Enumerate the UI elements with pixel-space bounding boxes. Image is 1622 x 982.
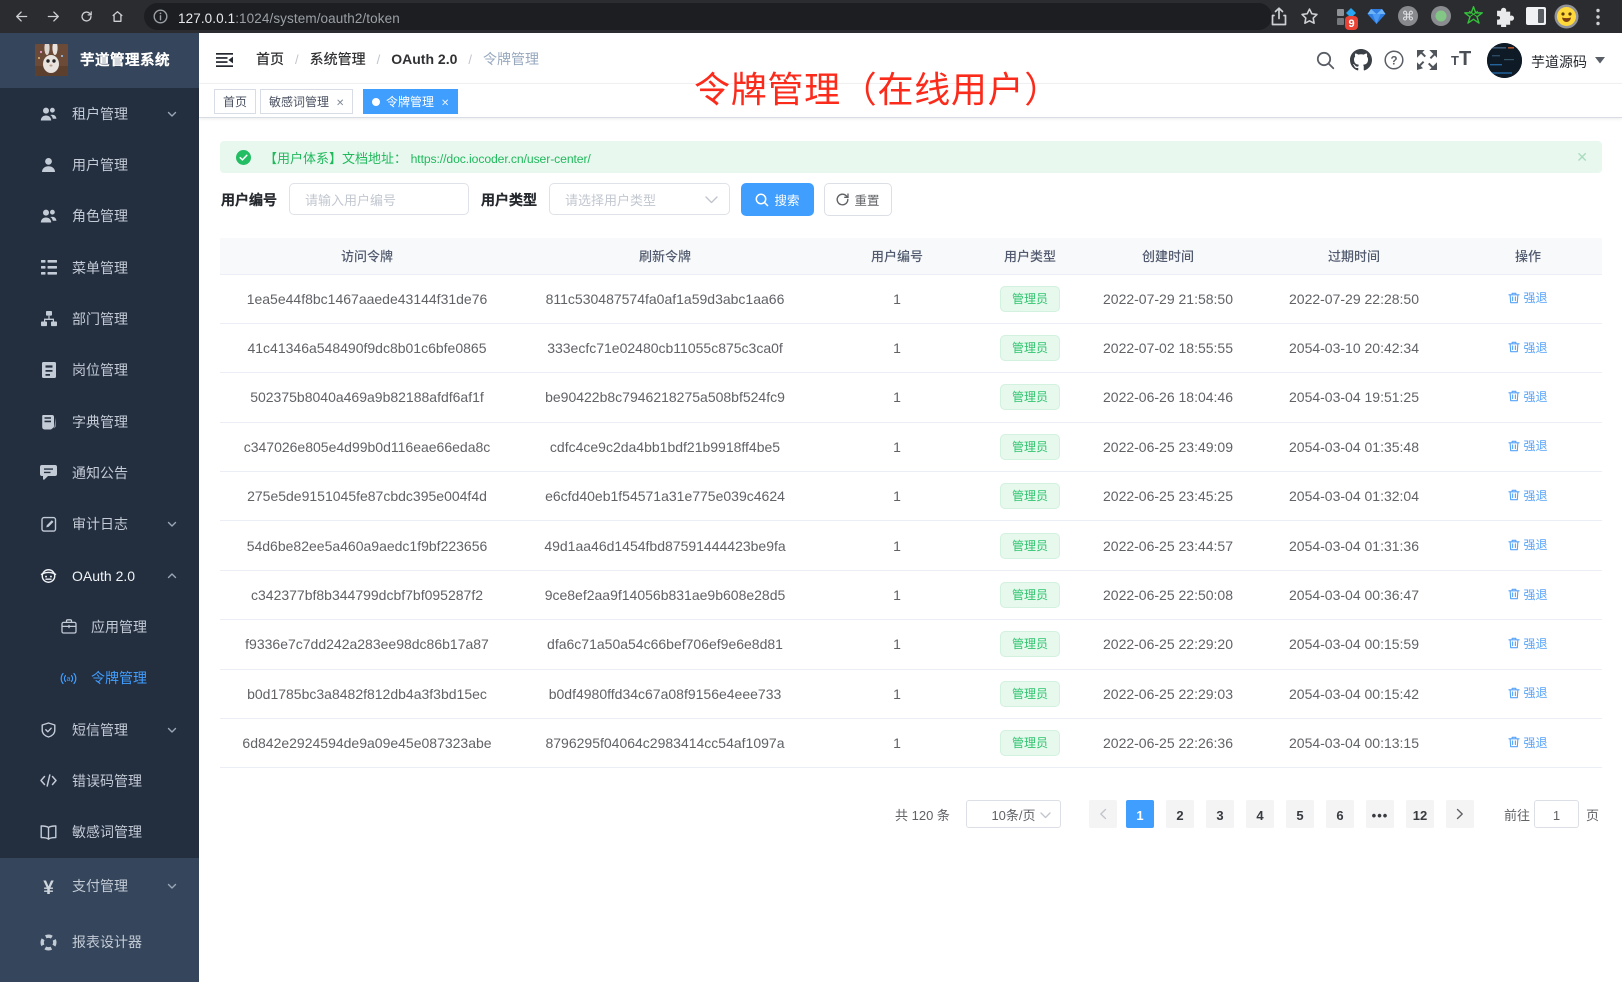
svg-text:?: ?: [1390, 55, 1397, 67]
svg-text:⌘: ⌘: [1402, 9, 1415, 24]
svg-text:9: 9: [1348, 18, 1354, 30]
svg-text:a: a: [67, 675, 71, 683]
